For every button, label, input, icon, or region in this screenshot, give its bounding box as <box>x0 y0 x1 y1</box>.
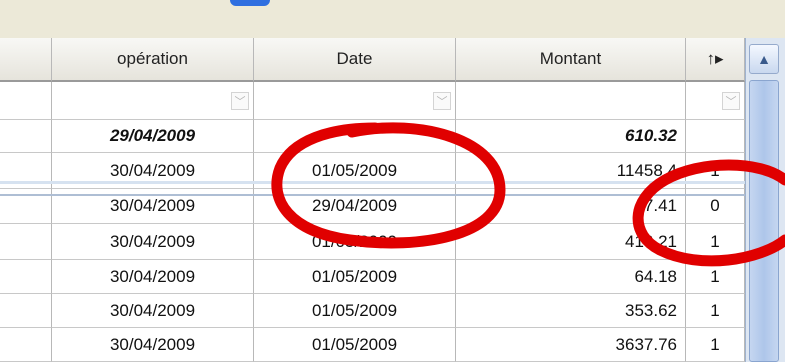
cell-operation: 30/04/2009 <box>52 328 254 362</box>
header-col-blank[interactable] <box>0 38 52 82</box>
chevron-down-icon[interactable]: ﹀ <box>433 91 451 110</box>
scroll-up-icon[interactable]: ▲ <box>749 44 779 74</box>
cell-flag: 1 <box>686 260 745 294</box>
row-header-cell <box>0 328 52 362</box>
filter-cell-blank <box>0 82 52 120</box>
summary-flag <box>686 120 745 153</box>
summary-date <box>254 120 456 153</box>
filter-row: ﹀ ﹀ ﹀ <box>0 82 745 120</box>
cell-flag: 1 <box>686 328 745 362</box>
cell-date: 01/05/2009 <box>254 328 456 362</box>
cell-montant: 353.62 <box>456 294 686 328</box>
scroll-thumb[interactable] <box>749 80 779 362</box>
row-header-cell <box>0 120 52 153</box>
vertical-scrollbar[interactable]: ▲ <box>745 38 785 362</box>
filter-date[interactable]: ﹀ <box>254 82 456 120</box>
table-row[interactable]: 30/04/2009 01/05/2009 353.62 1 <box>0 294 745 328</box>
cell-montant: 416.21 <box>456 224 686 260</box>
cell-operation: 30/04/2009 <box>52 224 254 260</box>
cell-date: 01/05/2009 <box>254 224 456 260</box>
row-header-cell <box>0 294 52 328</box>
data-grid: opération Date Montant ↑▸ ﹀ ﹀ ﹀ 29/04/20… <box>0 38 745 362</box>
summary-montant: 610.32 <box>456 120 686 153</box>
table-row[interactable]: 30/04/2009 01/05/2009 64.18 1 <box>0 260 745 294</box>
summary-operation: 29/04/2009 <box>52 120 254 153</box>
filter-montant[interactable] <box>456 82 686 120</box>
title-accent <box>230 0 270 6</box>
cell-montant: 64.18 <box>456 260 686 294</box>
header-row: opération Date Montant ↑▸ <box>0 38 745 82</box>
filter-flag[interactable]: ﹀ <box>686 82 745 120</box>
chevron-down-icon[interactable]: ﹀ <box>231 91 249 110</box>
cell-operation: 30/04/2009 <box>52 260 254 294</box>
cell-date: 01/05/2009 <box>254 294 456 328</box>
summary-row: 29/04/2009 610.32 <box>0 120 745 153</box>
row-overlap-line <box>0 194 785 196</box>
cell-flag: 1 <box>686 294 745 328</box>
header-col-sort[interactable]: ↑▸ <box>686 38 745 82</box>
table-row[interactable]: 30/04/2009 01/05/2009 416.21 1 <box>0 224 745 260</box>
filter-operation[interactable]: ﹀ <box>52 82 254 120</box>
chevron-down-icon[interactable]: ﹀ <box>722 91 740 110</box>
cell-date: 01/05/2009 <box>254 260 456 294</box>
row-header-cell <box>0 224 52 260</box>
cell-operation: 30/04/2009 <box>52 294 254 328</box>
cell-flag: 1 <box>686 224 745 260</box>
header-col-date[interactable]: Date <box>254 38 456 82</box>
row-overlap-band <box>0 181 745 184</box>
cell-montant: 3637.76 <box>456 328 686 362</box>
header-col-operation[interactable]: opération <box>52 38 254 82</box>
window-titlebar <box>0 0 785 38</box>
header-col-montant[interactable]: Montant <box>456 38 686 82</box>
table-row[interactable]: 30/04/2009 01/05/2009 3637.76 1 <box>0 328 745 362</box>
row-header-cell <box>0 260 52 294</box>
